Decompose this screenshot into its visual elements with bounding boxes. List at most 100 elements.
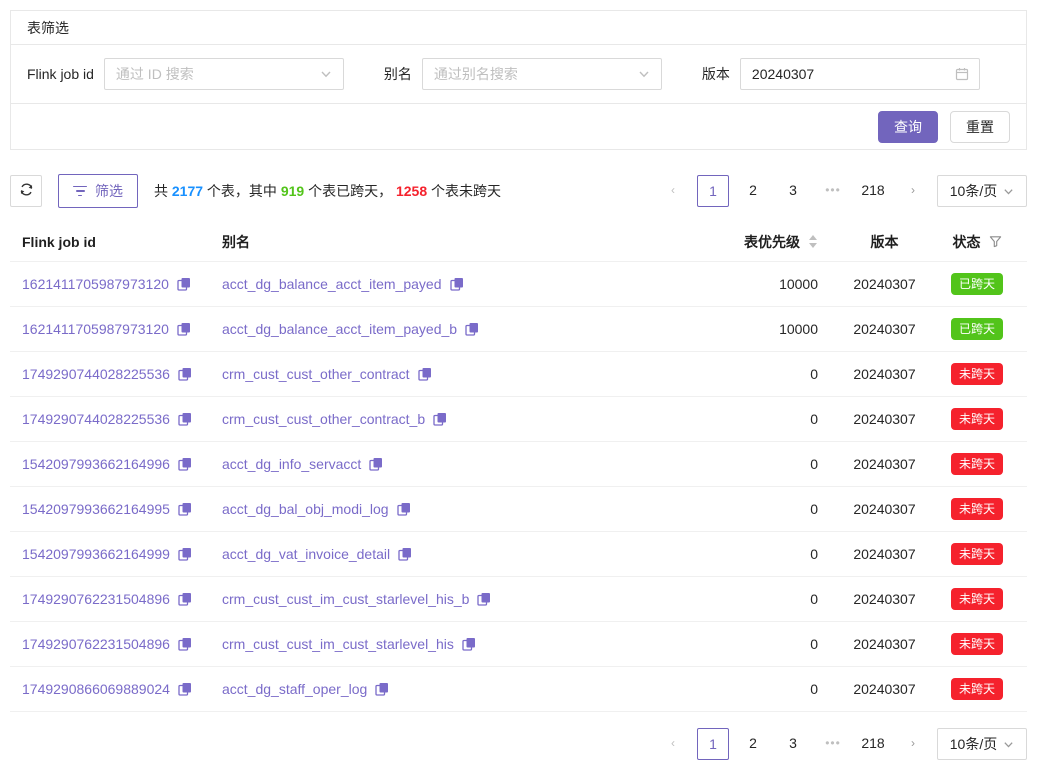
alias-link[interactable]: acct_dg_vat_invoice_detail xyxy=(222,546,390,562)
copy-icon[interactable] xyxy=(178,637,192,651)
copy-icon[interactable] xyxy=(178,592,192,606)
col-header-priority: 表优先级 xyxy=(672,232,842,252)
table-row: 1749290762231504896 crm_cust_cust_im_cus… xyxy=(10,622,1027,667)
priority-cell: 0 xyxy=(672,591,842,607)
pagination-page-3[interactable]: 3 xyxy=(777,175,809,207)
pagination-prev-icon[interactable]: ‹ xyxy=(657,728,689,760)
job-id-link[interactable]: 1621411705987973120 xyxy=(22,321,169,337)
alias-link[interactable]: acct_dg_info_servacct xyxy=(222,456,361,472)
job-id-link[interactable]: 1542097993662164999 xyxy=(22,546,170,562)
copy-icon[interactable] xyxy=(178,502,192,516)
copy-icon[interactable] xyxy=(178,367,192,381)
version-cell: 20240307 xyxy=(842,276,927,292)
version-cell: 20240307 xyxy=(842,681,927,697)
filter-button[interactable]: 筛选 xyxy=(58,174,138,208)
copy-icon[interactable] xyxy=(397,502,411,516)
col-header-status: 状态 xyxy=(927,232,1027,252)
sort-icon[interactable] xyxy=(808,235,818,248)
status-badge: 未跨天 xyxy=(951,588,1003,610)
status-badge: 未跨天 xyxy=(951,453,1003,475)
pagination-page-last[interactable]: 218 xyxy=(857,175,889,207)
job-id-link[interactable]: 1749290744028225536 xyxy=(22,411,170,427)
status-badge: 未跨天 xyxy=(951,543,1003,565)
table-row: 1542097993662164999 acct_dg_vat_invoice_… xyxy=(10,532,1027,577)
priority-cell: 0 xyxy=(672,366,842,382)
col-header-version: 版本 xyxy=(842,232,927,252)
summary-crossed-count: 919 xyxy=(281,183,304,199)
copy-icon[interactable] xyxy=(177,277,191,291)
alias-link[interactable]: acct_dg_staff_oper_log xyxy=(222,681,367,697)
status-badge: 未跨天 xyxy=(951,498,1003,520)
pagination-page-last[interactable]: 218 xyxy=(857,728,889,760)
pagination-next-icon[interactable]: › xyxy=(897,175,929,207)
copy-icon[interactable] xyxy=(477,592,491,606)
pagination-page-3[interactable]: 3 xyxy=(777,728,809,760)
job-id-link[interactable]: 1749290762231504896 xyxy=(22,636,170,652)
summary-total-count: 2177 xyxy=(172,183,203,199)
filter-item-job-id: Flink job id 通过 ID 搜索 xyxy=(27,58,344,90)
pagination-page-1[interactable]: 1 xyxy=(697,728,729,760)
refresh-icon xyxy=(19,182,34,200)
reset-button[interactable]: 重置 xyxy=(950,111,1010,143)
alias-link[interactable]: acct_dg_balance_acct_item_payed xyxy=(222,276,442,292)
copy-icon[interactable] xyxy=(178,547,192,561)
pagination-ellipsis[interactable]: ••• xyxy=(817,728,849,760)
page-size-select[interactable]: 10条/页 xyxy=(937,728,1027,760)
priority-cell: 0 xyxy=(672,681,842,697)
alias-link[interactable]: crm_cust_cust_other_contract_b xyxy=(222,411,425,427)
copy-icon[interactable] xyxy=(462,637,476,651)
summary-seg4: 个表未跨天 xyxy=(427,183,501,199)
filter-funnel-icon[interactable] xyxy=(989,235,1002,248)
copy-icon[interactable] xyxy=(178,457,192,471)
job-id-link[interactable]: 1749290744028225536 xyxy=(22,366,170,382)
priority-cell: 0 xyxy=(672,411,842,427)
version-cell: 20240307 xyxy=(842,501,927,517)
alias-label: 别名 xyxy=(384,64,412,84)
copy-icon[interactable] xyxy=(369,457,383,471)
version-date-input[interactable]: 20240307 xyxy=(740,58,980,90)
pagination-next-icon[interactable]: › xyxy=(897,728,929,760)
copy-icon[interactable] xyxy=(450,277,464,291)
copy-icon[interactable] xyxy=(418,367,432,381)
pagination-prev-icon[interactable]: ‹ xyxy=(657,175,689,207)
pagination-page-1[interactable]: 1 xyxy=(697,175,729,207)
pagination-ellipsis[interactable]: ••• xyxy=(817,175,849,207)
pagination-page-2[interactable]: 2 xyxy=(737,728,769,760)
alias-link[interactable]: crm_cust_cust_im_cust_starlevel_his xyxy=(222,636,454,652)
copy-icon[interactable] xyxy=(178,412,192,426)
copy-icon[interactable] xyxy=(177,322,191,336)
job-id-link[interactable]: 1542097993662164996 xyxy=(22,456,170,472)
version-cell: 20240307 xyxy=(842,546,927,562)
table-summary: 共 2177 个表，其中 919 个表已跨天， 1258 个表未跨天 xyxy=(154,181,501,201)
table-row: 1749290762231504896 crm_cust_cust_im_cus… xyxy=(10,577,1027,622)
copy-icon[interactable] xyxy=(465,322,479,336)
copy-icon[interactable] xyxy=(178,682,192,696)
status-badge: 未跨天 xyxy=(951,408,1003,430)
filter-lines-icon xyxy=(73,186,87,197)
page-size-select[interactable]: 10条/页 xyxy=(937,175,1027,207)
job-id-link[interactable]: 1749290762231504896 xyxy=(22,591,170,607)
alias-select[interactable]: 通过别名搜索 xyxy=(422,58,662,90)
alias-link[interactable]: acct_dg_balance_acct_item_payed_b xyxy=(222,321,457,337)
job-id-select[interactable]: 通过 ID 搜索 xyxy=(104,58,344,90)
refresh-button[interactable] xyxy=(10,175,42,207)
copy-icon[interactable] xyxy=(375,682,389,696)
table-row: 1542097993662164995 acct_dg_bal_obj_modi… xyxy=(10,487,1027,532)
priority-cell: 10000 xyxy=(672,276,842,292)
job-id-link[interactable]: 1542097993662164995 xyxy=(22,501,170,517)
status-badge: 未跨天 xyxy=(951,678,1003,700)
query-button[interactable]: 查询 xyxy=(878,111,938,143)
copy-icon[interactable] xyxy=(398,547,412,561)
alias-link[interactable]: crm_cust_cust_im_cust_starlevel_his_b xyxy=(222,591,469,607)
alias-link[interactable]: crm_cust_cust_other_contract xyxy=(222,366,410,382)
status-badge: 未跨天 xyxy=(951,633,1003,655)
pagination-page-2[interactable]: 2 xyxy=(737,175,769,207)
status-badge: 已跨天 xyxy=(951,273,1003,295)
table-row: 1542097993662164996 acct_dg_info_servacc… xyxy=(10,442,1027,487)
status-badge: 未跨天 xyxy=(951,363,1003,385)
copy-icon[interactable] xyxy=(433,412,447,426)
job-id-placeholder: 通过 ID 搜索 xyxy=(116,64,194,84)
job-id-link[interactable]: 1749290866069889024 xyxy=(22,681,170,697)
job-id-link[interactable]: 1621411705987973120 xyxy=(22,276,169,292)
alias-link[interactable]: acct_dg_bal_obj_modi_log xyxy=(222,501,389,517)
